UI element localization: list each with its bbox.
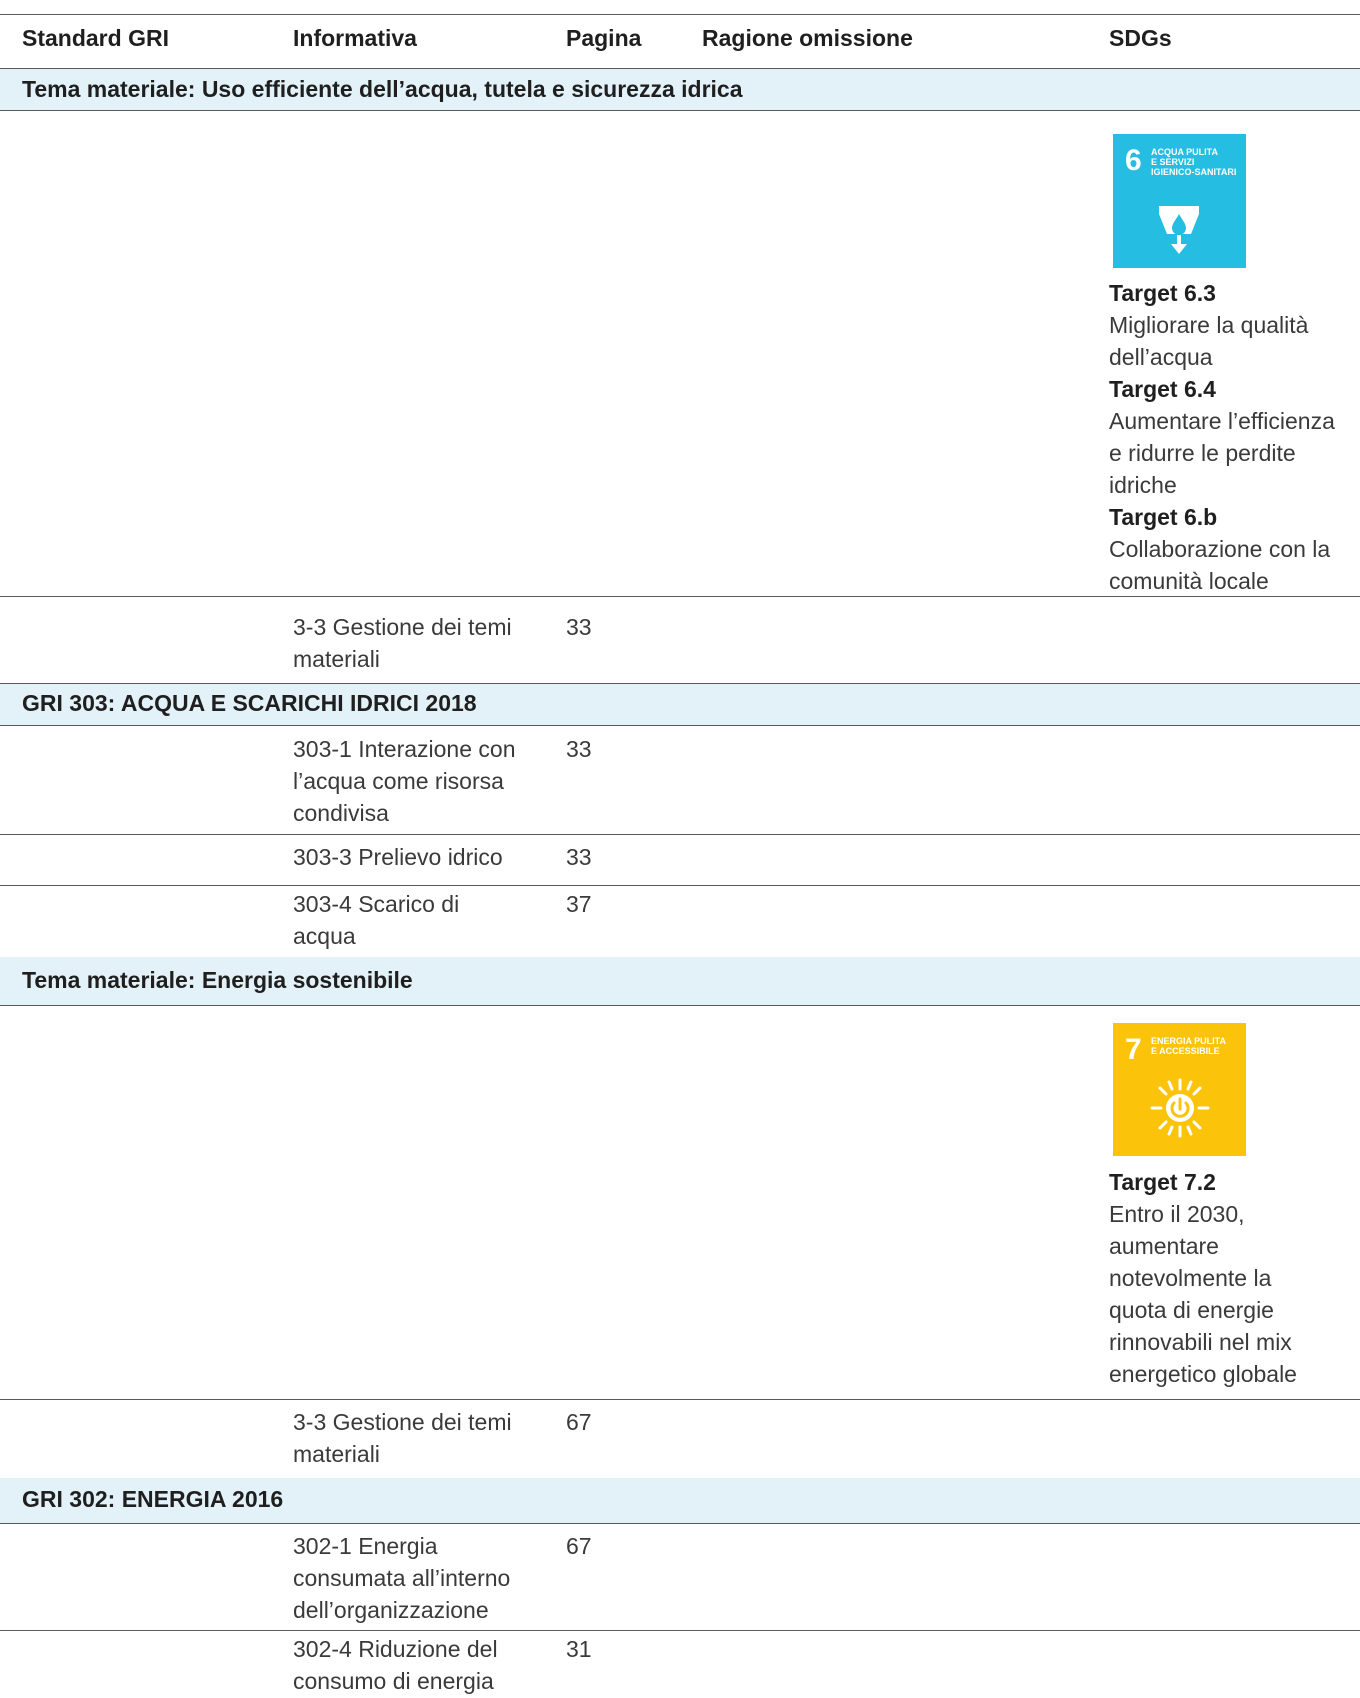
page-number: 33 [566,614,592,640]
informativa-text: l’acqua come risorsa [293,768,504,794]
table-row-303-1: 303-1 Interazione con l’acqua come risor… [293,733,516,829]
row-divider [0,885,1360,886]
target-desc: aumentare [1109,1233,1219,1259]
row-divider [0,110,1360,111]
page-number: 31 [566,1636,592,1662]
column-header-sdgs: SDGs [1109,25,1172,51]
table-row-303-3: 303-3 Prelievo idrico [293,841,503,873]
informativa-text: 302-1 Energia [293,1533,438,1559]
target-desc: Aumentare l’efficienza [1109,408,1335,434]
row-divider [0,596,1360,597]
target-desc: notevolmente la [1109,1265,1272,1291]
sun-power-icon [1150,1078,1210,1138]
informativa-text: 302-4 Riduzione del [293,1636,498,1662]
section-title-water: Tema materiale: Uso efficiente dell’acqu… [22,76,743,102]
target-desc: Migliorare la qualità [1109,312,1309,338]
row-divider [0,1005,1360,1006]
sdg6-number: 6 [1125,144,1142,177]
informativa-text: 303-4 Scarico di [293,891,460,917]
target-desc: dell’acqua [1109,344,1213,370]
row-divider [0,1399,1360,1400]
page-number: 67 [566,1533,592,1559]
column-header-pagina: Pagina [566,25,642,51]
target-label: Target 6.b [1109,504,1218,530]
target-label: Target 7.2 [1109,1169,1216,1195]
page-number: 67 [566,1409,592,1435]
sdg6-targets: Target 6.3 Migliorare la qualità dell’ac… [1109,277,1360,597]
target-desc: rinnovabili nel mix [1109,1329,1292,1355]
sdg6-tile: 6 ACQUA PULITA E SERVIZI IGIENICO-SANITA… [1113,134,1246,268]
informativa-text: materiali [293,646,380,672]
target-label: Target 6.3 [1109,280,1216,306]
target-desc: Entro il 2030, [1109,1201,1245,1227]
target-desc: Collaborazione con la [1109,536,1331,562]
sdg7-tile: 7 ENERGIA PULITA E ACCESSIBILE [1113,1023,1246,1156]
informativa-text: materiali [293,1441,380,1467]
informativa-text: acqua [293,923,356,949]
informativa-text: dell’organizzazione [293,1597,489,1623]
target-desc: idriche [1109,472,1177,498]
informativa-text: 303-1 Interazione con [293,736,516,762]
section-title-energy: Tema materiale: Energia sostenibile [22,967,413,993]
target-desc: comunità locale [1109,568,1269,594]
page-number: 37 [566,891,592,917]
informativa-text: 3-3 Gestione dei temi [293,1409,512,1435]
page-number: 33 [566,844,592,870]
row-divider [0,725,1360,726]
section-title-gri302: GRI 302: ENERGIA 2016 [22,1486,284,1512]
table-row-303-4: 303-4 Scarico di acqua [293,888,459,952]
sdg7-number: 7 [1125,1033,1142,1066]
row-divider [0,1630,1360,1631]
section-title-gri303: GRI 303: ACQUA E SCARICHI IDRICI 2018 [22,690,477,716]
sdg7-targets: Target 7.2 Entro il 2030, aumentare note… [1109,1166,1360,1390]
informativa-text: consumo di energia [293,1668,494,1694]
water-drop-icon [1159,206,1199,254]
target-desc: quota di energie [1109,1297,1274,1323]
sdg6-title: ACQUA PULITA E SERVIZI IGIENICO-SANITARI [1151,147,1237,177]
column-header-standard: Standard GRI [22,25,169,51]
target-label: Target 6.4 [1109,376,1216,402]
page-number: 33 [566,736,592,762]
informativa-text: condivisa [293,800,389,826]
table-top-rule [0,14,1360,15]
informativa-text: consumata all’interno [293,1565,511,1591]
sdg7-title: ENERGIA PULITA E ACCESSIBILE [1151,1036,1227,1056]
row-divider [0,1523,1360,1524]
table-row-energy-3-3: 3-3 Gestione dei temi materiali [293,1406,512,1470]
informativa-text: 3-3 Gestione dei temi [293,614,512,640]
informativa-text: 303-3 Prelievo idrico [293,844,503,870]
table-row-water-3-3: 3-3 Gestione dei temi materiali [293,611,512,675]
table-row-302-4: 302-4 Riduzione del consumo di energia [293,1633,498,1697]
target-desc: e ridurre le perdite [1109,440,1296,466]
target-desc: energetico globale [1109,1361,1297,1387]
row-divider [0,834,1360,835]
column-header-omissione: Ragione omissione [702,25,913,51]
column-header-informativa: Informativa [293,25,417,51]
table-row-302-1: 302-1 Energia consumata all’interno dell… [293,1530,510,1626]
